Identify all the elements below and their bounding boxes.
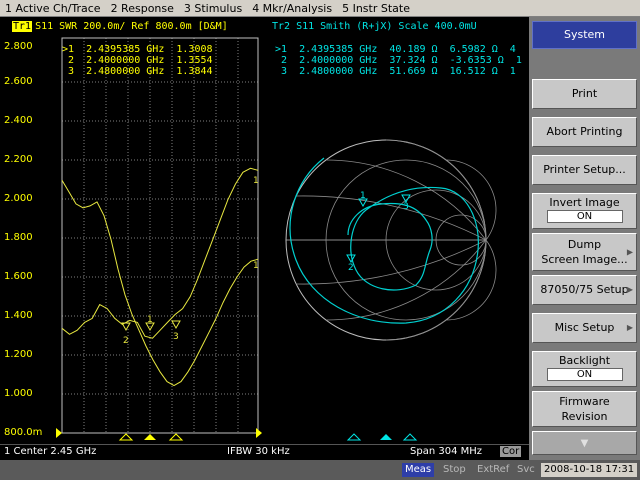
dump-label-line2: Screen Image... <box>541 253 628 266</box>
submenu-arrow-icon: ▶ <box>626 247 633 257</box>
dump-screen-softkey[interactable]: Dump Screen Image... ▶ <box>532 233 637 271</box>
status-bar: 1 Center 2.45 GHz IFBW 30 kHz Span 304 M… <box>0 444 529 460</box>
dump-label-line1: Dump <box>567 238 602 251</box>
submenu-arrow-icon: ▶ <box>626 323 633 332</box>
span-value[interactable]: Span 304 MHz <box>410 446 482 457</box>
swr-trace-series <box>61 167 259 339</box>
swr-plot-frame <box>61 37 259 434</box>
scroll-down-softkey[interactable]: ▼ <box>532 431 637 455</box>
meas-indicator: Meas <box>402 463 435 477</box>
swr-trace-series <box>61 179 259 387</box>
ifbw-value[interactable]: IFBW 30 kHz <box>227 446 290 457</box>
backlight-value: ON <box>546 368 623 381</box>
svc-indicator: Svc <box>517 464 535 475</box>
swr-chart: 1 2 3 1 1 1 2 3 <box>56 37 497 441</box>
firmware-label-line1: Firmware <box>559 395 610 408</box>
trace-end-label: 1 <box>253 176 259 186</box>
printer-setup-softkey[interactable]: Printer Setup... <box>532 155 637 185</box>
chevron-down-icon: ▼ <box>580 438 589 449</box>
marker-label-3: 3 <box>173 332 179 342</box>
instrument-status-bar: Meas Stop ExtRef Svc 2008-10-18 17:31 <box>0 460 640 480</box>
firmware-revision-softkey[interactable]: Firmware Revision <box>532 391 637 427</box>
invert-image-value: ON <box>546 210 623 223</box>
smith-marker-label-3: 3 <box>403 202 409 212</box>
misc-setup-softkey[interactable]: Misc Setup ▶ <box>532 313 637 343</box>
smith-chart: 1 2 3 <box>285 139 497 341</box>
smith-marker-label-1: 1 <box>360 191 366 201</box>
trace-end-label: 1 <box>253 261 259 271</box>
swr-grid <box>62 38 258 433</box>
extref-indicator: ExtRef <box>477 464 510 475</box>
setup-8705x-softkey[interactable]: 87050/75 Setup ▶ <box>532 275 637 305</box>
abort-printing-softkey[interactable]: Abort Printing <box>532 117 637 147</box>
setup-8705x-label: 87050/75 Setup <box>540 283 629 296</box>
smith-trace <box>289 157 479 324</box>
backlight-softkey[interactable]: Backlight ON <box>532 351 637 387</box>
stop-indicator: Stop <box>443 464 466 475</box>
softkey-title: System <box>532 21 637 49</box>
marker-label-2: 2 <box>123 336 129 346</box>
softkey-panel: System Print Abort Printing Printer Setu… <box>529 17 640 460</box>
backlight-label: Backlight <box>558 354 611 367</box>
misc-setup-label: Misc Setup <box>554 321 615 334</box>
ref-level-arrow <box>256 428 262 438</box>
center-frequency[interactable]: 1 Center 2.45 GHz <box>4 446 96 457</box>
stimulus-marker-triangles <box>118 433 418 441</box>
ref-level-arrow <box>56 428 62 438</box>
marker-label-1: 1 <box>147 315 153 325</box>
datetime: 2008-10-18 17:31 <box>541 463 638 477</box>
smith-marker-label-2: 2 <box>348 263 354 273</box>
invert-image-label: Invert Image <box>549 196 620 209</box>
invert-image-softkey[interactable]: Invert Image ON <box>532 193 637 229</box>
print-softkey[interactable]: Print <box>532 79 637 109</box>
submenu-arrow-icon: ▶ <box>626 285 633 294</box>
firmware-label-line2: Revision <box>561 410 608 423</box>
correction-badge: Cor <box>500 446 522 457</box>
